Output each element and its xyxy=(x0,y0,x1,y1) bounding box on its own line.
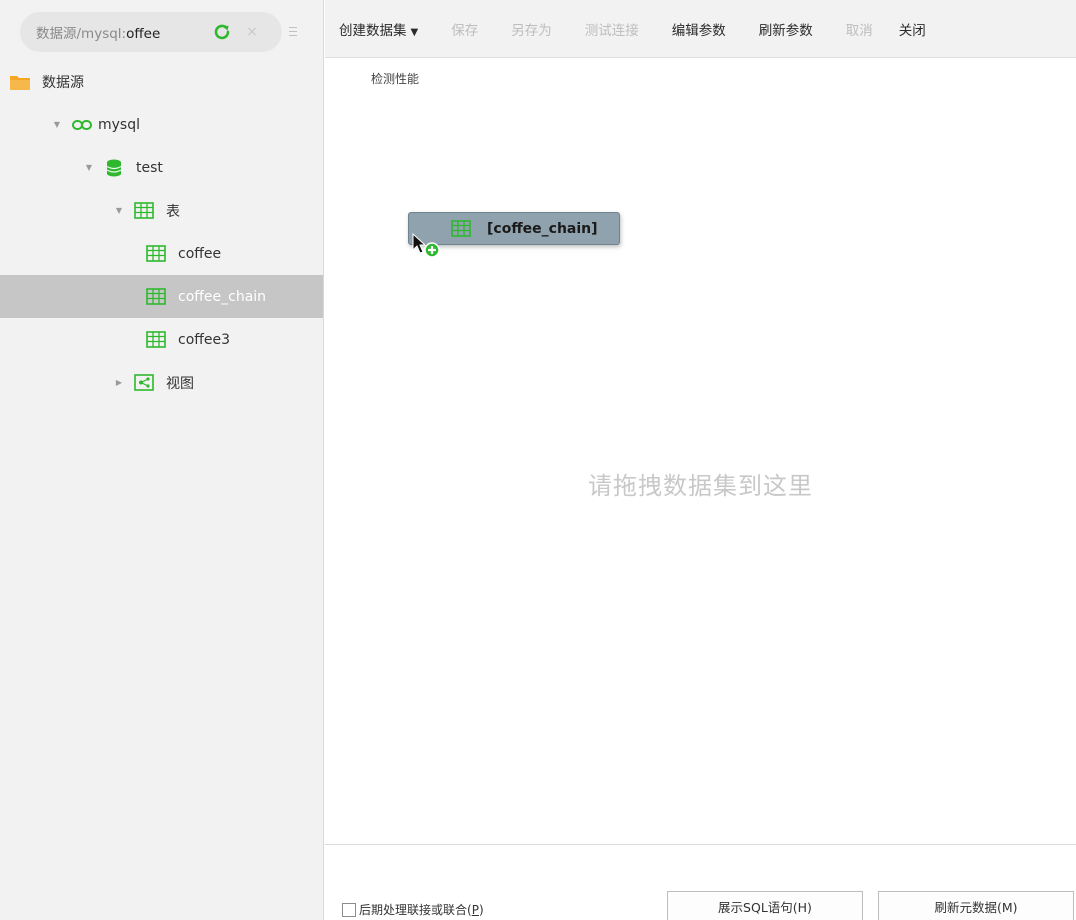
chevron-down-icon[interactable]: ▼ xyxy=(84,163,94,172)
create-dataset-menu[interactable]: 创建数据集 ▼ xyxy=(339,19,418,39)
database-icon xyxy=(104,159,124,177)
table-icon xyxy=(451,220,471,238)
tree-views-group-label: 视图 xyxy=(166,375,194,392)
table-icon xyxy=(146,288,166,306)
tree-table-label: coffee xyxy=(178,245,222,262)
close-button[interactable]: 关闭 xyxy=(899,19,926,39)
tree-connection-label: mysql xyxy=(98,116,140,133)
view-icon xyxy=(134,374,154,392)
datasource-tab-bar: 数据源/mysql:offee × xyxy=(10,12,314,52)
tree-root[interactable]: 数据源 xyxy=(0,60,323,103)
tree-table-coffee[interactable]: coffee xyxy=(0,232,323,275)
table-icon xyxy=(146,245,166,263)
show-sql-button[interactable]: 展示SQL语句(H) xyxy=(667,891,863,920)
union-checkbox[interactable] xyxy=(342,902,356,917)
edit-params-button[interactable]: 编辑参数 xyxy=(672,19,726,39)
tree-table-label: coffee_chain xyxy=(178,288,267,305)
dropdown-arrow-icon: ▼ xyxy=(410,26,419,38)
union-checkbox-group[interactable]: 后期处理联接或联合(P) xyxy=(342,901,484,918)
tree-table-coffee3[interactable]: coffee3 xyxy=(0,318,323,361)
footer: 后期处理联接或联合(P) 展示SQL语句(H) 刷新元数据(M) xyxy=(325,844,1076,920)
link-icon xyxy=(72,116,92,134)
chevron-down-icon[interactable]: ▼ xyxy=(52,120,62,129)
menu-icon[interactable] xyxy=(288,24,298,40)
drag-copy-cursor-icon xyxy=(412,233,440,258)
save-as-button[interactable]: 另存为 xyxy=(511,19,552,39)
tree-views-group[interactable]: ▶ 视图 xyxy=(0,361,323,404)
perf-check-link[interactable]: 检测性能 xyxy=(371,70,419,87)
tree-table-coffee-chain[interactable]: coffee_chain xyxy=(0,275,323,318)
drop-hint: 请拖拽数据集到这里 xyxy=(588,472,813,500)
datasource-tab[interactable]: 数据源/mysql:offee × xyxy=(20,12,282,52)
tree-connection-mysql[interactable]: ▼ mysql xyxy=(0,103,323,146)
folder-icon xyxy=(10,73,30,91)
datasource-tree: 数据源 ▼ mysql ▼ test ▼ 表 coffee coffee_cha… xyxy=(0,60,323,404)
union-label: 后期处理联接或联合(P) xyxy=(359,903,484,917)
refresh-params-button[interactable]: 刷新参数 xyxy=(759,19,813,39)
refresh-metadata-button[interactable]: 刷新元数据(M) xyxy=(878,891,1074,920)
close-icon[interactable]: × xyxy=(244,22,260,42)
dataset-canvas[interactable]: 检测性能 [coffee_chain] 请拖拽数据集到这里 xyxy=(325,58,1076,844)
datasource-tab-label: 数据源/mysql:offee xyxy=(36,26,161,42)
sidebar: 数据源/mysql:offee × 数据源 ▼ mysql ▼ test ▼ 表… xyxy=(0,0,324,920)
test-connection-button[interactable]: 测试连接 xyxy=(585,19,639,39)
table-icon xyxy=(134,202,154,220)
dragged-dataset-label: [coffee_chain] xyxy=(487,220,598,237)
tree-database-test[interactable]: ▼ test xyxy=(0,146,323,189)
refresh-icon[interactable] xyxy=(212,22,232,42)
toolbar: 创建数据集 ▼ 保存 另存为 测试连接 编辑参数 刷新参数 取消 关闭 xyxy=(325,0,1076,58)
chevron-right-icon[interactable]: ▶ xyxy=(114,378,124,387)
cancel-button[interactable]: 取消 xyxy=(846,19,873,39)
tree-tables-group-label: 表 xyxy=(166,203,180,220)
save-button[interactable]: 保存 xyxy=(451,19,478,39)
tree-tables-group[interactable]: ▼ 表 xyxy=(0,189,323,232)
tree-table-label: coffee3 xyxy=(178,331,231,348)
tree-database-label: test xyxy=(136,159,163,176)
chevron-down-icon[interactable]: ▼ xyxy=(114,206,124,215)
tree-root-label: 数据源 xyxy=(42,74,84,91)
table-icon xyxy=(146,331,166,349)
